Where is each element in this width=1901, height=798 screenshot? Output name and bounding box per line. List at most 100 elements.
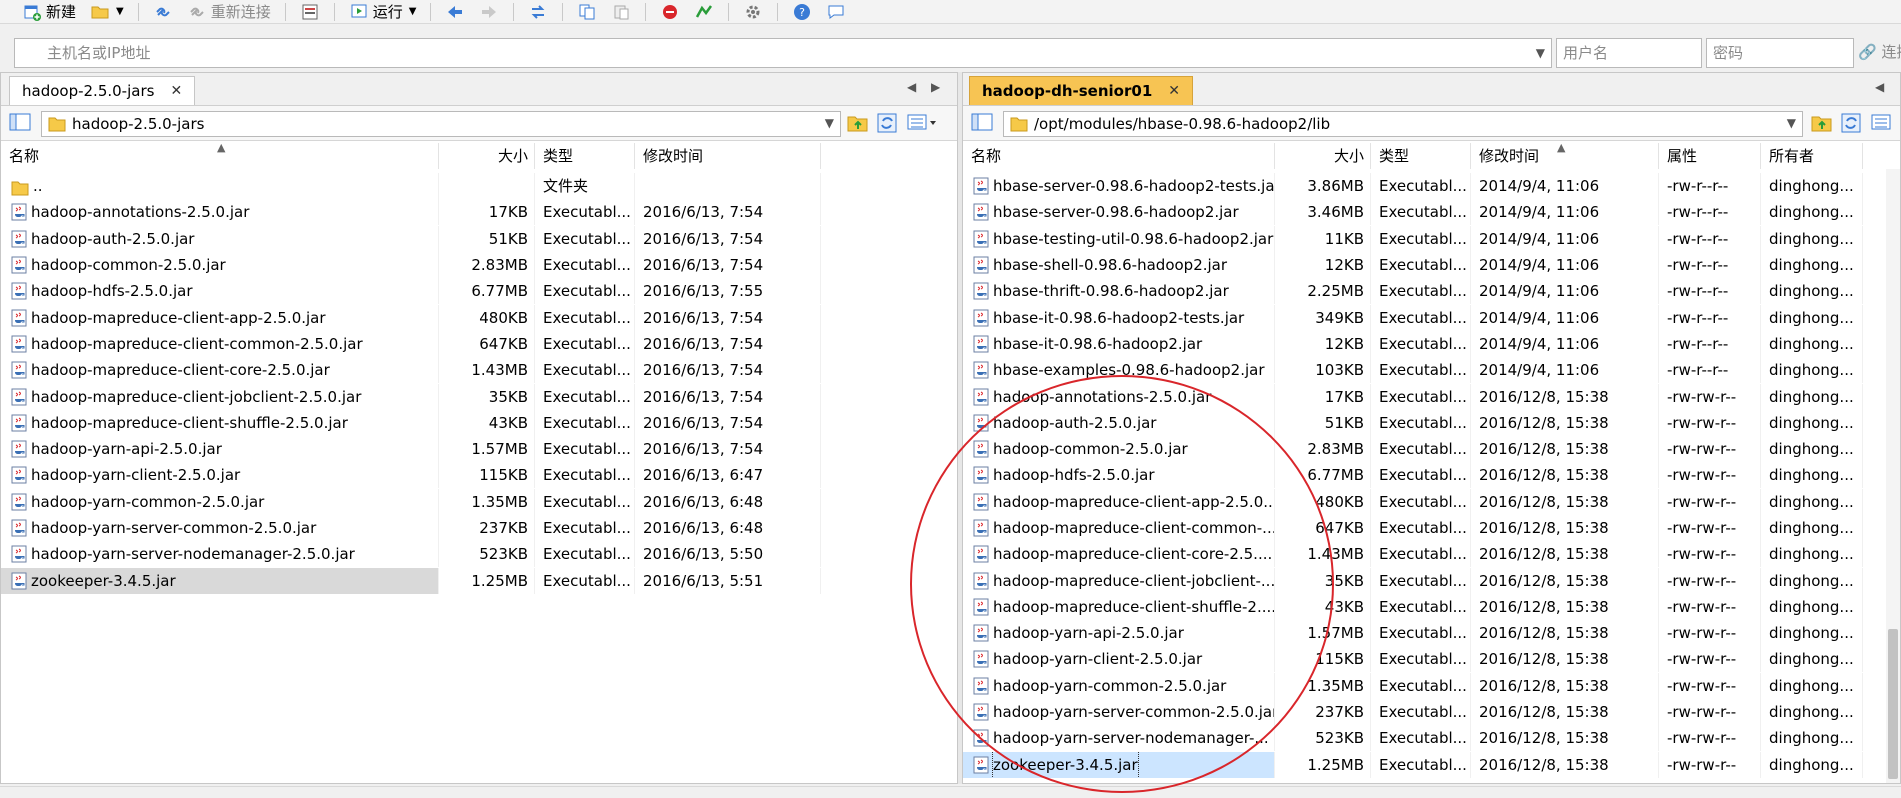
list-item[interactable]: hadoop-mapreduce-client-jobclient-2.5.0.… — [1, 383, 957, 410]
open-folder-button[interactable]: ▼ — [84, 1, 130, 23]
view-mode-icon[interactable] — [907, 113, 937, 137]
remote-path-input[interactable]: /opt/modules/hbase-0.98.6-hadoop2/lib ▼ — [1003, 111, 1803, 137]
list-item[interactable]: hadoop-annotations-2.5.0.jar 17KB Executab… — [963, 383, 1900, 410]
file-perm: -rw-r--r-- — [1659, 173, 1761, 200]
tab-scroll-right-icon[interactable]: ▶ — [931, 80, 940, 94]
putty-button[interactable] — [654, 1, 686, 23]
column-header-mtime[interactable]: 修改时间 — [635, 143, 821, 169]
refresh-icon[interactable] — [877, 113, 897, 137]
list-item[interactable]: hadoop-mapreduce-client-common-... 647KB E… — [963, 515, 1900, 541]
tab-scroll-left-icon[interactable]: ◀ — [907, 80, 916, 94]
list-item[interactable]: hadoop-yarn-common-2.5.0.jar 1.35MB Execut… — [1, 488, 957, 515]
list-item[interactable]: hadoop-yarn-server-common-2.5.0.jar 237KB… — [963, 699, 1900, 726]
run-button[interactable]: 运行 ▼ — [343, 1, 423, 23]
column-header-size[interactable]: 大小 — [1275, 143, 1371, 169]
close-icon[interactable]: ✕ — [1168, 83, 1180, 99]
jar-file-icon — [11, 335, 27, 353]
link-button[interactable] — [147, 1, 179, 23]
chevron-down-icon[interactable]: ▼ — [1536, 39, 1545, 67]
refresh-icon[interactable] — [1841, 113, 1861, 137]
reconnect-button[interactable]: 重新连接 — [181, 1, 277, 23]
back-button[interactable] — [439, 1, 471, 23]
tab-local-folder[interactable]: hadoop-2.5.0-jars ✕ — [9, 76, 196, 105]
list-item[interactable]: hbase-server-0.98.6-hadoop2-tests.jar 3.8… — [963, 173, 1900, 200]
file-name-cell: hadoop-mapreduce-client-app-2.5.0.jar — [1, 304, 439, 331]
list-item[interactable]: zookeeper-3.4.5.jar 1.25MB Executabl... 201… — [963, 751, 1900, 778]
jar-file-icon — [973, 677, 989, 695]
column-header-owner[interactable]: 所有者 — [1761, 143, 1863, 169]
list-item[interactable]: hadoop-auth-2.5.0.jar 51KB Executabl... 201… — [1, 225, 957, 252]
local-path-input[interactable]: hadoop-2.5.0-jars ▼ — [41, 111, 841, 137]
remote-scrollbar[interactable] — [1886, 169, 1900, 783]
paste-button[interactable] — [605, 1, 637, 23]
file-owner: dinghong... — [1761, 409, 1863, 436]
list-item[interactable]: hbase-thrift-0.98.6-hadoop2.jar 2.25MB Exe… — [963, 278, 1900, 305]
list-item[interactable]: hadoop-yarn-common-2.5.0.jar 1.35MB Execut… — [963, 672, 1900, 699]
list-item[interactable]: hadoop-yarn-api-2.5.0.jar 1.57MB Executabl… — [1, 436, 957, 463]
column-header-permissions[interactable]: 属性 — [1659, 143, 1761, 169]
file-mtime: 2014/9/4, 11:06 — [1471, 199, 1659, 226]
list-item[interactable]: hadoop-mapreduce-client-shuffle-2.5.0.ja… — [1, 409, 957, 436]
list-item[interactable]: hbase-shell-0.98.6-hadoop2.jar 12KB Execut… — [963, 252, 1900, 279]
list-item-parent[interactable]: .. 文件夹 — [1, 173, 957, 200]
parent-folder-icon[interactable] — [1811, 113, 1833, 137]
list-item[interactable]: hadoop-hdfs-2.5.0.jar 6.77MB Executabl... 2… — [963, 462, 1900, 489]
list-item[interactable]: hadoop-hdfs-2.5.0.jar 6.77MB Executabl... 2… — [1, 278, 957, 305]
tree-toggle-icon[interactable] — [9, 113, 31, 135]
file-name: hadoop-mapreduce-client-shuffle-2.... — [993, 597, 1275, 616]
list-item[interactable]: hadoop-auth-2.5.0.jar 51KB Executabl... 201… — [963, 409, 1900, 436]
sync-browse-button[interactable] — [688, 1, 720, 23]
chevron-down-icon[interactable]: ▼ — [1787, 116, 1796, 130]
list-item[interactable]: hadoop-mapreduce-client-app-2.5.0... 480K… — [963, 488, 1900, 515]
preferences-button[interactable] — [737, 1, 769, 23]
column-header-name[interactable]: 名称 — [963, 143, 1275, 169]
copy-button[interactable] — [571, 1, 603, 23]
username-input[interactable]: 用户名 — [1556, 38, 1702, 68]
view-mode-icon[interactable] — [1871, 113, 1900, 137]
sync-button[interactable] — [522, 1, 554, 23]
connect-button[interactable]: 🔗 连接 — [1858, 38, 1901, 68]
column-header-type[interactable]: 类型 — [1371, 143, 1471, 169]
close-icon[interactable]: ✕ — [170, 83, 182, 99]
list-item[interactable]: hbase-testing-util-0.98.6-hadoop2.jar 11K… — [963, 225, 1900, 252]
file-name: hbase-server-0.98.6-hadoop2.jar — [993, 203, 1239, 222]
list-item[interactable]: hbase-server-0.98.6-hadoop2.jar 3.46MB Exe… — [963, 199, 1900, 226]
list-item[interactable]: hbase-it-0.98.6-hadoop2.jar 12KB Executabl… — [963, 330, 1900, 357]
list-item[interactable]: hadoop-annotations-2.5.0.jar 17KB Executab… — [1, 199, 957, 226]
list-item[interactable]: hadoop-mapreduce-client-core-2.5.0.jar 1.… — [1, 357, 957, 384]
list-item[interactable]: hadoop-yarn-server-common-2.5.0.jar 237KB… — [1, 515, 957, 541]
file-perm: -rw-rw-r-- — [1659, 620, 1761, 647]
scrollbar-thumb[interactable] — [1888, 629, 1898, 779]
password-input[interactable]: 密码 — [1706, 38, 1854, 68]
help-button[interactable]: ? — [786, 1, 818, 23]
list-item[interactable]: hadoop-yarn-client-2.5.0.jar 115KB Executa… — [963, 646, 1900, 673]
parent-folder-icon[interactable] — [847, 113, 869, 137]
column-header-type[interactable]: 类型 — [535, 143, 635, 169]
forward-button[interactable] — [473, 1, 505, 23]
list-item[interactable]: hadoop-yarn-server-nodemanager-... 523KB E… — [963, 725, 1900, 752]
list-item[interactable]: hadoop-yarn-server-nodemanager-2.5.0.jar… — [1, 541, 957, 568]
list-item[interactable]: hadoop-common-2.5.0.jar 2.83MB Executabl..… — [1, 252, 957, 279]
list-item[interactable]: hadoop-mapreduce-client-shuffle-2.... 43K… — [963, 593, 1900, 620]
list-item[interactable]: hadoop-mapreduce-client-common-2.5.0.jar… — [1, 330, 957, 357]
list-item[interactable]: hadoop-mapreduce-client-core-2.5.... 1.43… — [963, 541, 1900, 568]
file-mtime: 2016/6/13, 7:54 — [635, 330, 821, 357]
list-item[interactable]: zookeeper-3.4.5.jar 1.25MB Executabl... 201… — [1, 567, 957, 594]
tab-remote-session[interactable]: hadoop-dh-senior01 ✕ — [969, 76, 1193, 105]
host-input[interactable]: 主机名或IP地址 ▼ — [14, 38, 1552, 68]
new-button[interactable]: 新建 — [16, 1, 82, 23]
file-name: hadoop-mapreduce-client-jobclient-2.5.0.… — [31, 387, 362, 406]
chevron-down-icon[interactable]: ▼ — [825, 116, 834, 130]
list-item[interactable]: hadoop-yarn-api-2.5.0.jar 1.57MB Executabl… — [963, 620, 1900, 647]
list-item[interactable]: hbase-examples-0.98.6-hadoop2.jar 103KB Ex… — [963, 357, 1900, 384]
list-item[interactable]: hadoop-common-2.5.0.jar 2.83MB Executabl..… — [963, 436, 1900, 463]
list-item[interactable]: hbase-it-0.98.6-hadoop2-tests.jar 349KB Ex… — [963, 304, 1900, 331]
list-item[interactable]: hadoop-mapreduce-client-jobclient-... 35K… — [963, 567, 1900, 594]
tab-scroll-left-icon[interactable]: ◀ — [1875, 80, 1884, 94]
properties-button[interactable] — [294, 1, 326, 23]
feedback-button[interactable] — [820, 1, 852, 23]
tree-toggle-icon[interactable] — [971, 113, 993, 135]
column-header-size[interactable]: 大小 — [439, 143, 535, 169]
list-item[interactable]: hadoop-mapreduce-client-app-2.5.0.jar 480… — [1, 304, 957, 331]
list-item[interactable]: hadoop-yarn-client-2.5.0.jar 115KB Executa… — [1, 462, 957, 489]
